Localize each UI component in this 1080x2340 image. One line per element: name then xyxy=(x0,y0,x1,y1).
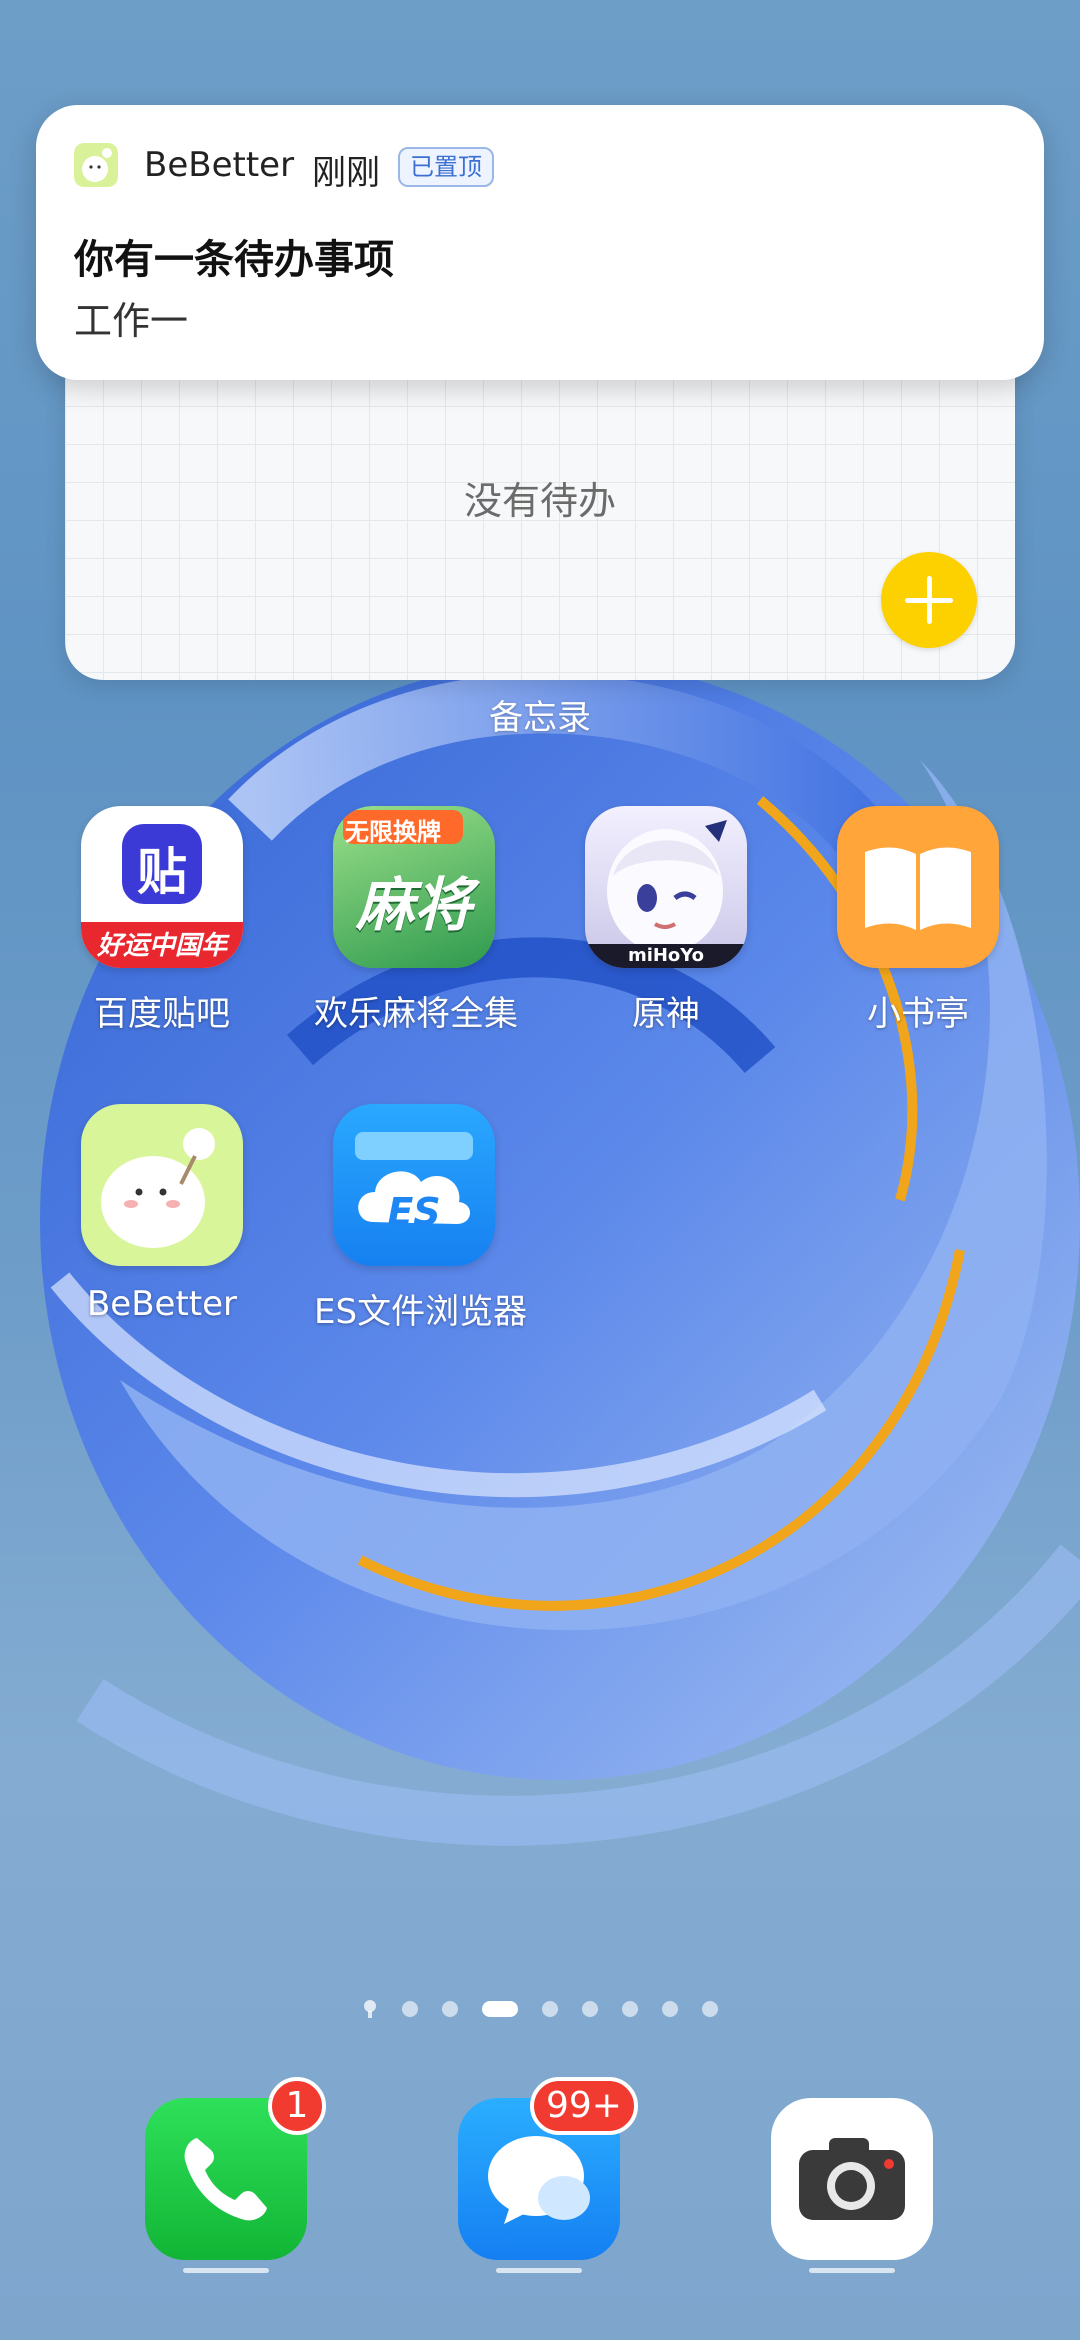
baidu-tieba-icon: 贴 好运中国年 xyxy=(81,806,243,968)
bebetter-icon xyxy=(81,1104,243,1266)
phone-badge: 1 xyxy=(268,2077,326,2135)
page-dot-active[interactable] xyxy=(482,2001,518,2017)
bebetter-icon xyxy=(74,143,118,187)
memo-empty-text: 没有待办 xyxy=(463,479,616,523)
book-icon xyxy=(837,806,999,968)
notification-time: 刚刚 xyxy=(312,153,380,193)
app-label: 欢乐麻将全集 xyxy=(314,994,518,1034)
app-label: ES文件浏览器 xyxy=(314,1292,528,1332)
notification-app-name: BeBetter xyxy=(144,145,295,185)
page-dot[interactable] xyxy=(582,2001,598,2017)
mahjong-banner-text: 无限换牌 xyxy=(345,818,441,846)
camera-icon xyxy=(799,2138,905,2220)
app-label: BeBetter xyxy=(86,1284,238,1324)
memo-add-button[interactable] xyxy=(881,552,977,648)
app-label: 小书亭 xyxy=(867,994,969,1034)
app-bebetter[interactable]: BeBetter xyxy=(62,1104,262,1324)
camera-running-indicator xyxy=(809,2268,895,2273)
app-es-file-explorer[interactable]: ES ES文件浏览器 xyxy=(314,1104,528,1333)
camera-app[interactable] xyxy=(771,2098,933,2260)
genshin-banner-text: miHoYo xyxy=(627,945,705,966)
app-mahjong[interactable]: 无限换牌 麻将 欢乐麻将全集 xyxy=(314,806,518,1035)
app-label: 原神 xyxy=(632,994,700,1034)
memo-widget[interactable]: 没有待办 xyxy=(65,330,1015,680)
app-xiaoshuting[interactable]: 小书亭 xyxy=(818,806,1018,1035)
home-screen: 没有待办 备忘录 BeBetter 刚刚 已置顶 你有一条待办事项 工作一 贴 … xyxy=(0,0,1080,2340)
es-file-icon: ES xyxy=(333,1104,495,1266)
page-indicator[interactable] xyxy=(0,2000,1080,2018)
app-baidu-tieba[interactable]: 贴 好运中国年 百度贴吧 xyxy=(62,806,262,1035)
app-label: 百度贴吧 xyxy=(94,994,230,1034)
pinned-badge: 已置顶 xyxy=(398,147,494,187)
page-dot[interactable] xyxy=(442,2001,458,2017)
page-dot[interactable] xyxy=(542,2001,558,2017)
messages-running-indicator xyxy=(496,2268,582,2273)
notification-body: 工作一 xyxy=(74,299,189,343)
notification-card[interactable]: BeBetter 刚刚 已置顶 你有一条待办事项 工作一 xyxy=(36,105,1044,380)
es-glyph: ES xyxy=(387,1190,441,1234)
page-dot[interactable] xyxy=(662,2001,678,2017)
phone-running-indicator xyxy=(183,2268,269,2273)
page-dot[interactable] xyxy=(402,2001,418,2017)
page-dot[interactable] xyxy=(702,2001,718,2017)
notification-title: 你有一条待办事项 xyxy=(74,237,394,283)
app-genshin[interactable]: miHoYo 原神 xyxy=(566,806,766,1035)
memo-widget-label: 备忘录 xyxy=(489,698,591,738)
mahjong-icon: 无限换牌 麻将 xyxy=(333,806,495,968)
tieba-banner-text: 好运中国年 xyxy=(96,931,227,961)
mahjong-glyph: 麻将 xyxy=(355,871,472,939)
genshin-icon: miHoYo xyxy=(585,806,747,968)
page-dot[interactable] xyxy=(622,2001,638,2017)
search-page-dot[interactable] xyxy=(362,2000,378,2018)
messages-badge: 99+ xyxy=(530,2077,638,2135)
tieba-glyph: 贴 xyxy=(137,843,187,901)
